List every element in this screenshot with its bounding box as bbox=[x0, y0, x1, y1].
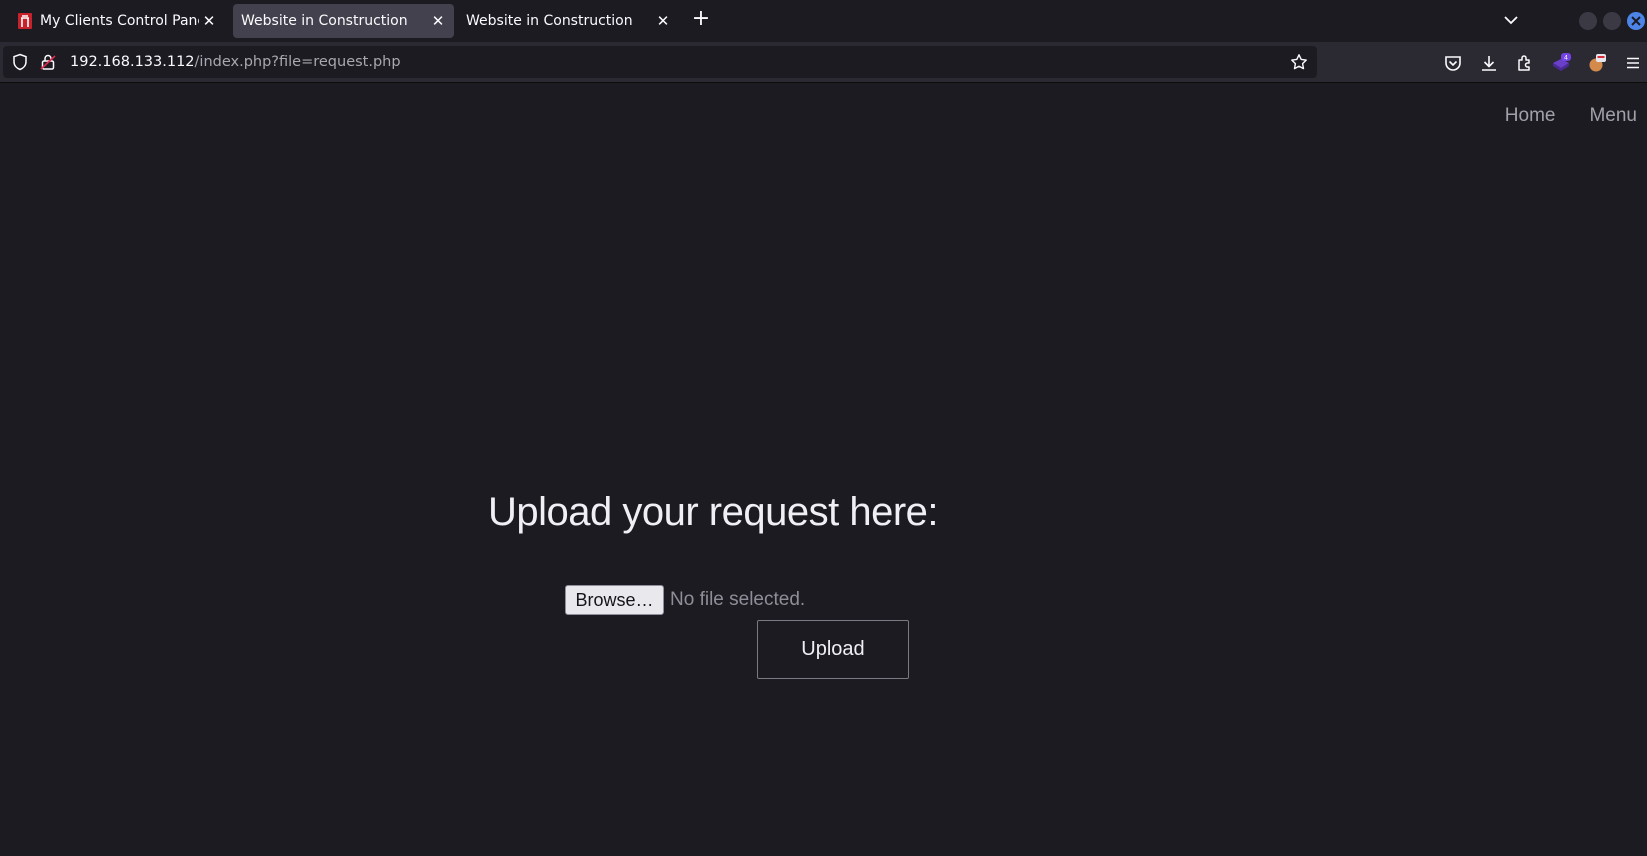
bookmark-star-icon[interactable] bbox=[1290, 53, 1308, 71]
lock-insecure-icon[interactable] bbox=[39, 53, 57, 71]
new-tab-button[interactable]: + bbox=[690, 8, 712, 31]
extensions-icon[interactable] bbox=[1515, 53, 1535, 73]
tab-label: Website in Construction bbox=[466, 13, 633, 29]
minimize-button[interactable] bbox=[1579, 12, 1597, 30]
download-icon[interactable] bbox=[1479, 53, 1499, 73]
extension-badge-count: 4 bbox=[1564, 54, 1568, 62]
profile-icon[interactable] bbox=[1587, 53, 1607, 73]
extension-badge-icon[interactable]: 4 bbox=[1551, 53, 1571, 73]
nav-menu-link[interactable]: Menu bbox=[1589, 105, 1637, 127]
tab-website-in-construction[interactable]: Website in Construction ✕ bbox=[458, 4, 679, 38]
pocket-icon[interactable] bbox=[1443, 53, 1463, 73]
close-icon[interactable]: ✕ bbox=[428, 11, 448, 31]
tab-website-in-construction-active[interactable]: Website in Construction ✕ bbox=[233, 4, 454, 38]
tab-label: My Clients Control Panel | bbox=[40, 13, 199, 29]
menu-icon[interactable] bbox=[1623, 53, 1643, 73]
red-gate-icon bbox=[18, 13, 32, 29]
close-icon bbox=[1631, 16, 1641, 26]
no-file-label: No file selected. bbox=[670, 589, 806, 610]
url-path: /index.php?file=request.php bbox=[194, 54, 401, 70]
url-host: 192.168.133.112 bbox=[70, 54, 195, 70]
close-icon[interactable]: ✕ bbox=[653, 11, 673, 31]
chevron-down-icon[interactable] bbox=[1502, 11, 1520, 29]
site-nav: Home Menu bbox=[1505, 105, 1637, 127]
close-icon[interactable]: ✕ bbox=[199, 11, 219, 31]
window-close-button[interactable] bbox=[1627, 12, 1645, 30]
url-text[interactable]: 192.168.133.112/index.php?file=request.p… bbox=[70, 54, 401, 70]
shield-icon[interactable] bbox=[11, 53, 29, 71]
tab-strip: My Clients Control Panel | ✕ Website in … bbox=[0, 0, 1647, 42]
browse-button[interactable]: Browse… bbox=[565, 585, 664, 615]
maximize-button[interactable] bbox=[1603, 12, 1621, 30]
upload-heading: Upload your request here: bbox=[488, 490, 939, 534]
upload-button[interactable]: Upload bbox=[757, 620, 909, 679]
file-input[interactable]: Browse… No file selected. bbox=[565, 585, 805, 615]
navigation-toolbar: 192.168.133.112/index.php?file=request.p… bbox=[0, 42, 1647, 83]
page-content: Home Menu Upload your request here: Brow… bbox=[0, 83, 1647, 856]
nav-home-link[interactable]: Home bbox=[1505, 105, 1556, 127]
tab-my-clients[interactable]: My Clients Control Panel | ✕ bbox=[8, 4, 225, 38]
url-bar[interactable]: 192.168.133.112/index.php?file=request.p… bbox=[3, 46, 1317, 78]
tab-label: Website in Construction bbox=[241, 13, 408, 29]
